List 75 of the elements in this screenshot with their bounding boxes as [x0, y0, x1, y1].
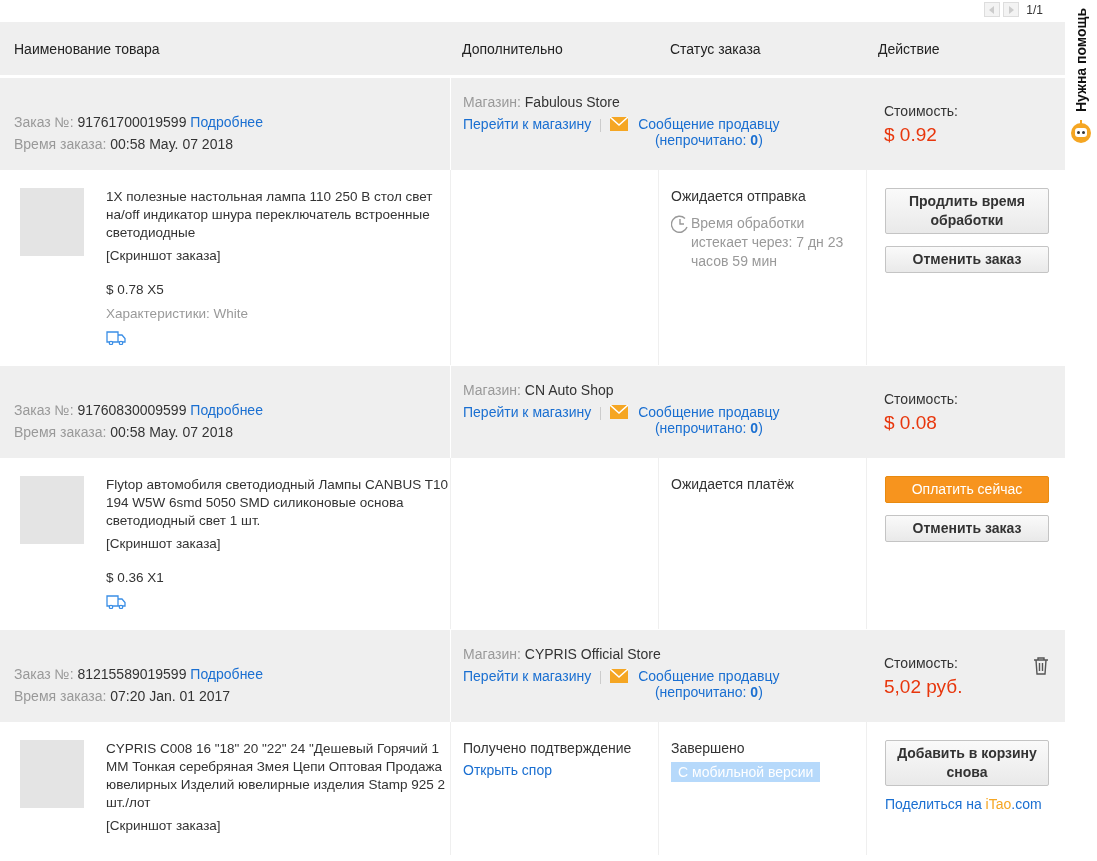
unread-count: (непрочитано: 0): [654, 684, 763, 700]
details-link[interactable]: Подробнее: [190, 666, 263, 682]
store-label: Магазин:: [463, 382, 521, 398]
order-status: Ожидается платёж: [671, 476, 795, 492]
order-number-label: Заказ №:: [14, 114, 74, 130]
store-label: Магазин:: [463, 646, 521, 662]
order-status: Завершено: [671, 740, 746, 756]
help-label[interactable]: Нужна помощь: [1073, 8, 1089, 113]
store-label: Магазин:: [463, 94, 521, 110]
column-header: Дополнительно: [461, 40, 564, 57]
store-link[interactable]: Перейти к магазину: [463, 668, 592, 684]
page-count: 1/1: [1026, 3, 1043, 17]
unit-price: $ 0.78 X5: [106, 281, 164, 299]
confirmation-text: Получено подтверждение: [463, 740, 633, 756]
mobile-version-badge: С мобильной версии: [671, 762, 821, 782]
product-photo-placeholder: [20, 476, 84, 544]
message-seller-link[interactable]: Сообщение продавцу: [638, 116, 780, 132]
message-seller-link[interactable]: Сообщение продавцу: [638, 404, 780, 420]
unread-count: (непрочитано: 0): [654, 420, 763, 436]
order-time: 00:58 May. 07 2018: [110, 136, 233, 152]
message-seller-link[interactable]: Сообщение продавцу: [638, 668, 780, 684]
order-time: 00:58 May. 07 2018: [110, 424, 233, 440]
store-name: Fabulous Store: [524, 94, 620, 110]
column-header: Действие: [877, 40, 941, 57]
right-arrow-icon: [1008, 5, 1015, 14]
product-photo-placeholder: [20, 188, 84, 256]
action-button[interactable]: Отменить заказ: [885, 246, 1049, 273]
store-link[interactable]: Перейти к магазину: [463, 116, 592, 132]
order-number: 91761700019599: [77, 114, 187, 130]
store-name: CYPRIS Official Store: [524, 646, 661, 662]
details-link[interactable]: Подробнее: [190, 402, 263, 418]
order-status: Ожидается отправка: [671, 188, 807, 204]
envelope-icon: [610, 405, 629, 419]
order-time-label: Время заказа:: [14, 136, 107, 152]
order-number: 91760830009599: [77, 402, 187, 418]
order-snapshot-link[interactable]: [Скриншот заказа]: [106, 817, 221, 835]
details-link[interactable]: Подробнее: [190, 114, 263, 130]
order-time: 07:20 Jan. 01 2017: [110, 688, 231, 704]
product-photo-placeholder: [20, 740, 84, 808]
store-link[interactable]: Перейти к магазину: [463, 404, 592, 420]
order-number: 81215589019599: [77, 666, 187, 682]
order-number-label: Заказ №:: [14, 402, 74, 418]
action-button[interactable]: Отменить заказ: [885, 515, 1049, 542]
order-snapshot-link[interactable]: [Скриншот заказа]: [106, 535, 221, 553]
column-header: Статус заказа: [669, 40, 762, 57]
order-number-label: Заказ №:: [14, 666, 74, 682]
column-header: Наименование товара: [13, 40, 161, 57]
envelope-icon: [610, 669, 629, 683]
truck-icon[interactable]: [106, 595, 126, 609]
envelope-icon: [610, 117, 629, 131]
processing-time-text: Время обработки истекает через: 7 дн 23 часов 59 мин: [691, 214, 845, 271]
product-title[interactable]: Flytop автомобиля светодиодный Лампы CANBUS T10 194 W5W 6smd 5050 SMD силиконовые основа светодиодный свет 1 шт.: [106, 476, 451, 530]
cost-label: Стоимость:: [884, 654, 959, 671]
left-arrow-icon: [989, 5, 996, 14]
order-cost: $ 0.08: [884, 411, 938, 434]
product-title[interactable]: 1X полезные настольная лампа 110 250 В стол свет на/off индикатор шнура переключатель встроенные светодиодные: [106, 188, 451, 242]
cost-label: Стоимость:: [884, 390, 958, 407]
clock-icon: [671, 215, 689, 233]
share-link[interactable]: Поделиться на iTao.com: [885, 796, 1042, 812]
action-button[interactable]: Добавить в корзину снова: [885, 740, 1049, 786]
order-cost: $ 0.92: [884, 123, 938, 146]
order-time-label: Время заказа:: [14, 688, 107, 704]
unread-count: (непрочитано: 0): [654, 132, 763, 148]
open-dispute-link[interactable]: Открыть спор: [463, 762, 553, 778]
action-button[interactable]: Продлить время обработки: [885, 188, 1049, 234]
cost-label: Стоимость:: [884, 102, 958, 119]
order-time-label: Время заказа:: [14, 424, 107, 440]
store-name: CN Auto Shop: [524, 382, 614, 398]
order-snapshot-link[interactable]: [Скриншот заказа]: [106, 247, 221, 265]
order-cost: 5,02 руб.: [884, 675, 963, 698]
product-title[interactable]: CYPRIS C008 16 "18" 20 "22" 24 "Дешевый Горячий 1 MM Тонкая серебряная Змея Цепи Оптовая Продажа ювелирных Изделий ювелирные изделия Stamp 925 2 шт./лот: [106, 740, 451, 812]
truck-icon[interactable]: [106, 331, 126, 345]
unit-price: $ 0.36 X1: [106, 569, 164, 587]
product-specs: Характеристики: White: [106, 305, 249, 323]
trash-icon[interactable]: [1033, 656, 1049, 675]
